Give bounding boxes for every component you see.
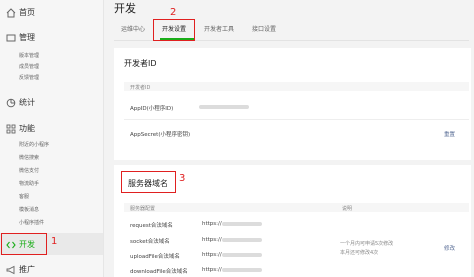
sidebar-subitem[interactable]: 客服 [19, 193, 29, 200]
socket-domain-prefix: https:// [202, 237, 222, 243]
panel-title: 开发者ID [124, 59, 157, 68]
header-config: 服务器配置 [130, 206, 156, 212]
appsecret-label: AppSecret(小程序密钥) [130, 132, 191, 138]
sidebar-item-label: 管理 [19, 33, 35, 42]
request-domain-label: request合法域名 [130, 223, 173, 229]
sidebar-item-label: 统计 [19, 98, 35, 107]
sidebar-item-label: 推广 [19, 265, 35, 274]
sidebar-item-label: 首页 [19, 8, 35, 17]
megaphone-icon [6, 265, 15, 275]
sidebar-subitem[interactable]: 微信搜索 [19, 154, 39, 161]
annotation-number: 3 [179, 173, 186, 184]
sidebar-subitem[interactable]: 反馈管理 [19, 74, 39, 81]
tab-ops-center[interactable]: 运维中心 [121, 24, 145, 33]
grid-icon [6, 124, 16, 134]
upload-domain-blurred [222, 253, 262, 257]
tab-api-settings[interactable]: 接口设置 [252, 24, 276, 33]
download-domain-blurred [222, 268, 262, 272]
table-header: 开发者ID [124, 82, 469, 91]
table-header: 服务器配置 说明 [124, 203, 469, 212]
sidebar-subitem[interactable]: 物流助手 [19, 180, 39, 187]
reset-appsecret-link[interactable]: 重置 [444, 130, 455, 138]
annotation-number: 2 [170, 7, 177, 18]
chart-icon [6, 98, 16, 108]
modify-remaining-text: 本月还可修改4次 [340, 250, 379, 256]
page-title: 开发 [114, 2, 136, 15]
annotation-box [121, 171, 176, 193]
annotation-box [1, 233, 47, 255]
main-content: 开发 运维中心 开发设置 开发者工具 接口设置 开发者ID 开发者ID AppI… [104, 0, 474, 277]
modify-limit-text: 一个月内可申请5次修改 [340, 241, 394, 247]
sidebar-subitem[interactable]: 小程序插件 [19, 219, 44, 226]
appid-label: AppID(小程序ID) [130, 106, 174, 112]
sidebar-subitem[interactable]: 附近的小程序 [19, 141, 49, 148]
sidebar-subitem[interactable]: 版本管理 [19, 52, 39, 59]
sidebar-subitem[interactable]: 成员管理 [19, 63, 39, 70]
socket-domain-blurred [222, 238, 262, 242]
request-domain-prefix: https:// [202, 221, 222, 227]
upload-domain-prefix: https:// [202, 252, 222, 258]
socket-domain-label: socket合法域名 [130, 239, 170, 245]
download-domain-prefix: https:// [202, 267, 222, 273]
upload-domain-label: uploadFile合法域名 [130, 254, 180, 260]
sidebar-item-label: 功能 [19, 124, 35, 133]
header-desc: 说明 [342, 206, 353, 212]
appid-value-blurred [199, 105, 249, 109]
header-label: 开发者ID [130, 85, 151, 91]
annotation-box [153, 19, 195, 41]
sidebar-subitem[interactable]: 模板消息 [19, 206, 39, 213]
modify-domain-link[interactable]: 修改 [444, 244, 455, 252]
folder-icon [6, 34, 16, 42]
annotation-number: 1 [51, 236, 58, 247]
download-domain-label: downloadFile合法域名 [130, 269, 188, 275]
home-icon [6, 8, 16, 18]
developer-id-panel: 开发者ID 开发者ID AppID(小程序ID) AppSecret(小程序密钥… [114, 48, 471, 160]
request-domain-blurred [222, 222, 262, 226]
tab-dev-tools[interactable]: 开发者工具 [204, 24, 234, 33]
divider [124, 119, 469, 120]
sidebar-subitem[interactable]: 微信支付 [19, 167, 39, 174]
